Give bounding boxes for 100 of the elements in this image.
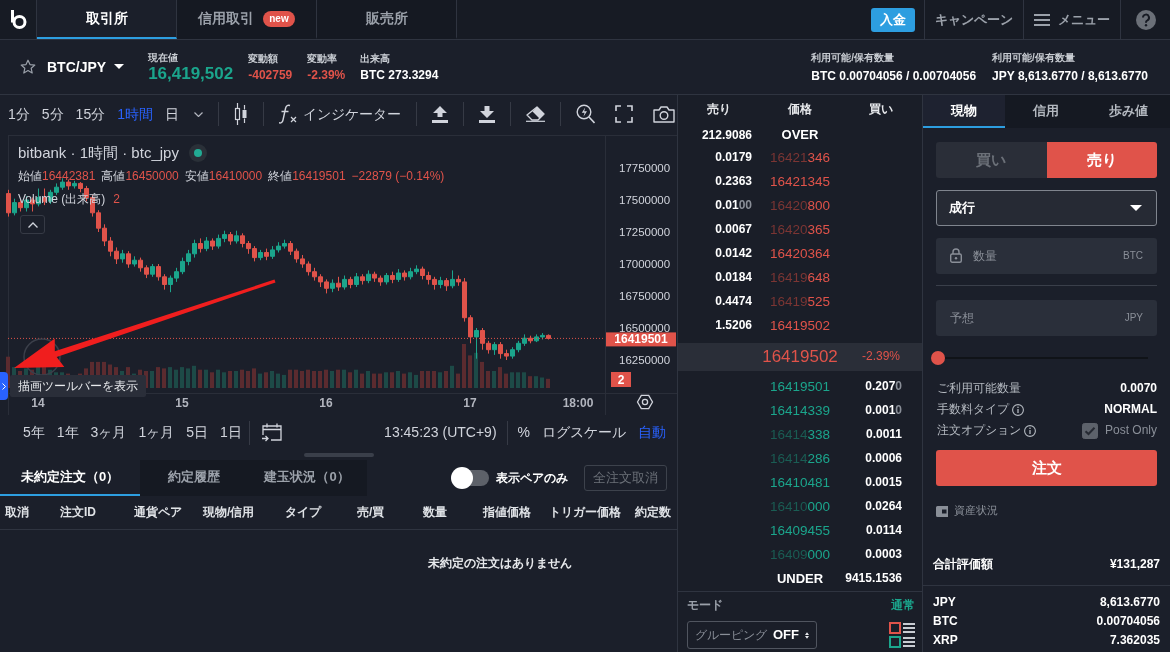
candlestick-icon[interactable] bbox=[233, 103, 248, 125]
info-label: 注文オプション bbox=[937, 422, 1021, 439]
grouping-select[interactable]: グルーピング OFF bbox=[687, 621, 817, 649]
orders-tab[interactable]: 約定履歴 bbox=[140, 460, 247, 496]
ask-amount: 1.5206 bbox=[715, 318, 753, 334]
ask-amount: 0.0179 bbox=[715, 150, 753, 166]
range-button[interactable]: 3ヶ月 bbox=[84, 424, 133, 441]
column-header: 売り bbox=[707, 102, 731, 118]
currency-label: BTC bbox=[933, 613, 958, 630]
unit-label: JPY bbox=[1124, 311, 1143, 325]
stat-value: -402759 bbox=[248, 66, 293, 83]
time-axis-label: 14 bbox=[31, 396, 45, 410]
interval-tab[interactable]: 1分 bbox=[3, 105, 35, 123]
price-axis-label: 17500000 bbox=[619, 193, 671, 206]
download-icon[interactable] bbox=[478, 105, 495, 123]
over-label: OVER bbox=[781, 127, 819, 144]
order-button[interactable]: 注文 bbox=[936, 450, 1157, 486]
calendar-icon[interactable] bbox=[261, 423, 283, 442]
bid-price: 16414338 bbox=[769, 426, 831, 444]
column-header: タイプ bbox=[285, 504, 323, 521]
info-label: 手数料タイプ bbox=[937, 401, 1009, 418]
scale-option[interactable]: ログスケール bbox=[536, 424, 632, 441]
info-icon[interactable] bbox=[1024, 424, 1036, 437]
panel-tab[interactable]: 歩み値 bbox=[1087, 95, 1170, 128]
fullscreen-icon[interactable] bbox=[614, 105, 633, 123]
eraser-icon[interactable] bbox=[525, 106, 545, 122]
ask-price: 16420364 bbox=[769, 245, 831, 263]
nav-link[interactable]: キャンペーン bbox=[924, 0, 1023, 39]
price-change: -2.39% bbox=[861, 349, 901, 365]
caret-down-icon[interactable] bbox=[193, 111, 203, 117]
range-button[interactable]: 5年 bbox=[17, 424, 51, 441]
time-axis-label: 18:00 bbox=[562, 396, 594, 410]
holding-amount: 0.00704056 bbox=[1096, 613, 1160, 630]
range-button[interactable]: 1ヶ月 bbox=[132, 424, 181, 441]
time-axis-label: 15 bbox=[175, 396, 189, 410]
bid-price: 16419501 bbox=[769, 378, 831, 396]
logo-icon[interactable] bbox=[9, 10, 27, 29]
stat-value: -2.39% bbox=[307, 66, 346, 83]
assets-link[interactable]: 資産状況 bbox=[936, 503, 998, 519]
chart-title: bitbank · 1時間 · btc_jpy bbox=[18, 143, 179, 163]
interval-tab[interactable]: 15分 bbox=[70, 105, 111, 123]
range-button[interactable]: 1日 bbox=[214, 424, 248, 441]
ask-amount: 0.0142 bbox=[715, 246, 753, 262]
slider-thumb[interactable] bbox=[931, 351, 945, 365]
range-button[interactable]: 5日 bbox=[180, 424, 214, 441]
volume-tag: 2 bbox=[611, 372, 631, 387]
info-icon[interactable] bbox=[1012, 403, 1024, 416]
ask-amount: 0.4474 bbox=[715, 294, 753, 310]
bid-amount: 0.0003 bbox=[865, 547, 903, 563]
tooltip: 描画ツールバーを表示 bbox=[10, 375, 146, 397]
empty-message: 未約定の注文はありません bbox=[428, 556, 572, 570]
range-button[interactable]: 1年 bbox=[50, 424, 85, 441]
stat-label: 変動率 bbox=[307, 51, 339, 65]
toolbar-toggle-button[interactable] bbox=[0, 372, 8, 400]
orders-tab[interactable]: 建玉状況（0） bbox=[247, 460, 367, 496]
info-label: ご利用可能数量 bbox=[937, 380, 1021, 397]
resize-handle[interactable] bbox=[303, 453, 374, 457]
new-badge: new bbox=[263, 10, 295, 27]
panel-tab[interactable]: 信用 bbox=[1005, 95, 1088, 128]
price-tag: 16419501 bbox=[606, 332, 676, 347]
scale-option[interactable]: % bbox=[511, 424, 536, 441]
pair-selector[interactable]: BTC/JPY bbox=[47, 58, 125, 76]
price-axis-label: 16500000 bbox=[619, 321, 671, 334]
ask-price: 16420800 bbox=[769, 197, 831, 215]
help-icon[interactable] bbox=[1135, 9, 1156, 30]
bid-price: 16409455 bbox=[769, 522, 831, 540]
star-icon[interactable] bbox=[20, 59, 36, 75]
magnifier-icon[interactable] bbox=[575, 104, 595, 124]
balance-value: BTC 0.00704056 / 0.00704056 bbox=[811, 67, 977, 84]
currency-label: JPY bbox=[933, 594, 956, 611]
balance-label: 利用可能/保有数量 bbox=[811, 50, 896, 64]
panel-tab[interactable]: 現物 bbox=[923, 95, 1006, 128]
settings-icon[interactable] bbox=[636, 394, 654, 410]
toggle-switch[interactable] bbox=[451, 467, 489, 489]
column-header: 約定数 bbox=[635, 504, 671, 521]
nav-tab[interactable]: 取引所 bbox=[37, 0, 177, 39]
ask-amount: 0.0067 bbox=[715, 222, 753, 238]
bid-amount: 0.0006 bbox=[865, 451, 903, 467]
price-axis-label: 17250000 bbox=[619, 225, 671, 238]
price-axis-label: 16750000 bbox=[619, 289, 671, 302]
bid-price: 16414286 bbox=[769, 450, 831, 468]
info-value: 0.0070 bbox=[1120, 380, 1157, 397]
total-value: ¥131,287 bbox=[1109, 556, 1160, 573]
ask-price: 16419648 bbox=[769, 269, 831, 287]
interval-tab[interactable]: 5分 bbox=[36, 105, 69, 123]
bid-price: 16414339 bbox=[769, 402, 831, 420]
stat-label: 現在値 bbox=[148, 51, 180, 64]
layout-icon[interactable] bbox=[889, 622, 915, 648]
menu-button[interactable]: メニュー bbox=[1023, 0, 1120, 39]
bid-price: 16410000 bbox=[769, 498, 831, 516]
clock: 13:45:23 (UTC+9) bbox=[384, 423, 497, 442]
camera-icon[interactable] bbox=[652, 105, 675, 123]
bid-price: 16409000 bbox=[769, 546, 831, 564]
bid-amount: 0.0264 bbox=[865, 499, 903, 515]
sell-tab[interactable]: 売り bbox=[1046, 142, 1157, 178]
upload-icon[interactable] bbox=[431, 105, 448, 123]
order-type-select[interactable]: 成行 bbox=[936, 190, 1157, 226]
indicators-button[interactable]: インジケーター bbox=[278, 104, 401, 124]
ask-price: 16421346 bbox=[769, 149, 831, 167]
interval-tab[interactable]: 日 bbox=[159, 105, 184, 123]
